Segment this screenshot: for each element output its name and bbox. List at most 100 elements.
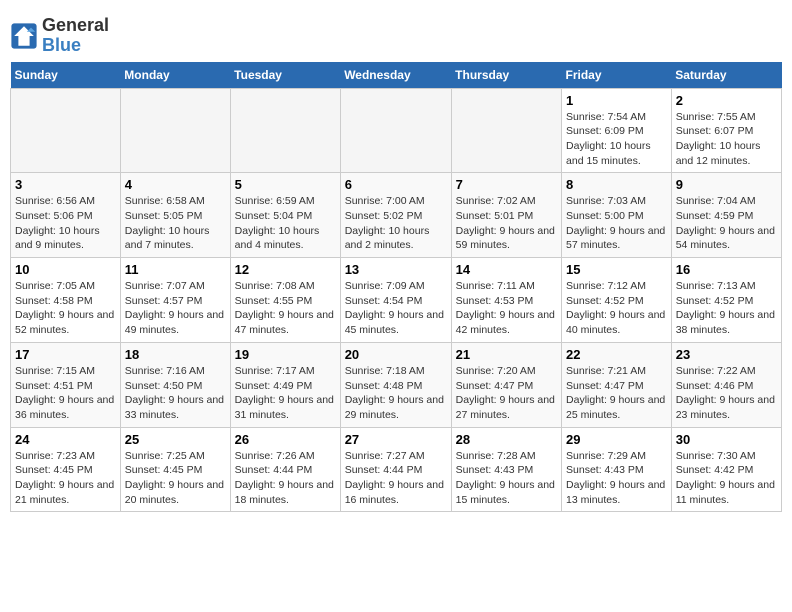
calendar-cell: 16Sunrise: 7:13 AM Sunset: 4:52 PM Dayli… — [671, 258, 781, 343]
column-header-tuesday: Tuesday — [230, 62, 340, 89]
calendar-cell: 19 Sunrise: 7:17 AM Sunset: 4:49 PM Dayli… — [230, 342, 340, 427]
day-info: Sunrise: 7:09 AM Sunset: 4:54 PM Dayligh… — [345, 279, 447, 338]
day-info: Sunrise: 7:16 AM Sunset: 4:50 PM Dayligh… — [125, 364, 226, 423]
day-number: 7 — [456, 177, 557, 192]
day-number: 20 — [345, 347, 447, 362]
calendar-cell: 10 Sunrise: 7:05 AM Sunset: 4:58 PM Dayli… — [11, 258, 121, 343]
day-info: Sunrise: 7:20 AM Sunset: 4:47 PM Dayligh… — [456, 364, 557, 423]
calendar-cell: 22Sunrise: 7:21 AM Sunset: 4:47 PM Dayli… — [562, 342, 672, 427]
day-number: 29 — [566, 432, 667, 447]
day-number: 21 — [456, 347, 557, 362]
day-number: 25 — [125, 432, 226, 447]
calendar-week-row: 17 Sunrise: 7:15 AM Sunset: 4:51 PM Dayli… — [11, 342, 782, 427]
day-number: 10 — [15, 262, 116, 277]
column-header-monday: Monday — [120, 62, 230, 89]
calendar-cell: 6Sunrise: 7:00 AM Sunset: 5:02 PM Daylig… — [340, 173, 451, 258]
day-number: 26 — [235, 432, 336, 447]
calendar-cell: 13 Sunrise: 7:09 AM Sunset: 4:54 PM Dayli… — [340, 258, 451, 343]
day-number: 11 — [125, 262, 226, 277]
calendar-cell: 28 Sunrise: 7:28 AM Sunset: 4:43 PM Dayli… — [451, 427, 561, 512]
calendar-week-row: 10 Sunrise: 7:05 AM Sunset: 4:58 PM Dayli… — [11, 258, 782, 343]
day-info: Sunrise: 7:23 AM Sunset: 4:45 PM Dayligh… — [15, 449, 116, 508]
day-info: Sunrise: 7:27 AM Sunset: 4:44 PM Dayligh… — [345, 449, 447, 508]
day-info: Sunrise: 7:03 AM Sunset: 5:00 PM Dayligh… — [566, 194, 667, 253]
calendar-cell — [120, 88, 230, 173]
day-number: 5 — [235, 177, 336, 192]
logo: General Blue — [10, 16, 109, 56]
day-info: Sunrise: 7:12 AM Sunset: 4:52 PM Dayligh… — [566, 279, 667, 338]
calendar-cell — [340, 88, 451, 173]
calendar-cell: 25 Sunrise: 7:25 AM Sunset: 4:45 PM Dayli… — [120, 427, 230, 512]
day-number: 24 — [15, 432, 116, 447]
day-number: 17 — [15, 347, 116, 362]
calendar-cell — [11, 88, 121, 173]
calendar-cell: 11 Sunrise: 7:07 AM Sunset: 4:57 PM Dayli… — [120, 258, 230, 343]
day-info: Sunrise: 7:05 AM Sunset: 4:58 PM Dayligh… — [15, 279, 116, 338]
day-info: Sunrise: 7:28 AM Sunset: 4:43 PM Dayligh… — [456, 449, 557, 508]
calendar-cell: 30 Sunrise: 7:30 AM Sunset: 4:42 PM Dayli… — [671, 427, 781, 512]
calendar-cell: 4 Sunrise: 6:58 AM Sunset: 5:05 PM Daylig… — [120, 173, 230, 258]
day-info: Sunrise: 7:26 AM Sunset: 4:44 PM Dayligh… — [235, 449, 336, 508]
day-number: 18 — [125, 347, 226, 362]
day-number: 30 — [676, 432, 777, 447]
page-header: General Blue — [10, 10, 782, 56]
column-header-sunday: Sunday — [11, 62, 121, 89]
day-number: 13 — [345, 262, 447, 277]
day-number: 15 — [566, 262, 667, 277]
calendar-cell: 14 Sunrise: 7:11 AM Sunset: 4:53 PM Dayli… — [451, 258, 561, 343]
column-header-friday: Friday — [562, 62, 672, 89]
day-info: Sunrise: 7:00 AM Sunset: 5:02 PM Dayligh… — [345, 194, 447, 253]
day-info: Sunrise: 7:04 AM Sunset: 4:59 PM Dayligh… — [676, 194, 777, 253]
day-number: 14 — [456, 262, 557, 277]
day-info: Sunrise: 6:58 AM Sunset: 5:05 PM Dayligh… — [125, 194, 226, 253]
calendar-cell: 29 Sunrise: 7:29 AM Sunset: 4:43 PM Dayli… — [562, 427, 672, 512]
column-header-wednesday: Wednesday — [340, 62, 451, 89]
day-info: Sunrise: 7:30 AM Sunset: 4:42 PM Dayligh… — [676, 449, 777, 508]
calendar-cell: 1 Sunrise: 7:54 AM Sunset: 6:09 PM Daylig… — [562, 88, 672, 173]
calendar-week-row: 3 Sunrise: 6:56 AM Sunset: 5:06 PM Daylig… — [11, 173, 782, 258]
day-number: 12 — [235, 262, 336, 277]
day-number: 3 — [15, 177, 116, 192]
day-number: 19 — [235, 347, 336, 362]
day-info: Sunrise: 7:15 AM Sunset: 4:51 PM Dayligh… — [15, 364, 116, 423]
day-info: Sunrise: 7:54 AM Sunset: 6:09 PM Dayligh… — [566, 110, 667, 169]
calendar-cell: 5Sunrise: 6:59 AM Sunset: 5:04 PM Daylig… — [230, 173, 340, 258]
calendar-cell: 21 Sunrise: 7:20 AM Sunset: 4:47 PM Dayli… — [451, 342, 561, 427]
calendar-cell: 2Sunrise: 7:55 AM Sunset: 6:07 PM Daylig… — [671, 88, 781, 173]
day-number: 8 — [566, 177, 667, 192]
day-info: Sunrise: 7:11 AM Sunset: 4:53 PM Dayligh… — [456, 279, 557, 338]
day-info: Sunrise: 7:18 AM Sunset: 4:48 PM Dayligh… — [345, 364, 447, 423]
day-info: Sunrise: 7:08 AM Sunset: 4:55 PM Dayligh… — [235, 279, 336, 338]
calendar-cell: 18 Sunrise: 7:16 AM Sunset: 4:50 PM Dayli… — [120, 342, 230, 427]
day-number: 4 — [125, 177, 226, 192]
day-info: Sunrise: 7:17 AM Sunset: 4:49 PM Dayligh… — [235, 364, 336, 423]
calendar-cell: 24 Sunrise: 7:23 AM Sunset: 4:45 PM Dayli… — [11, 427, 121, 512]
calendar-cell: 15 Sunrise: 7:12 AM Sunset: 4:52 PM Dayli… — [562, 258, 672, 343]
day-number: 1 — [566, 93, 667, 108]
calendar-table: SundayMondayTuesdayWednesdayThursdayFrid… — [10, 62, 782, 513]
day-info: Sunrise: 7:21 AM Sunset: 4:47 PM Dayligh… — [566, 364, 667, 423]
day-info: Sunrise: 7:07 AM Sunset: 4:57 PM Dayligh… — [125, 279, 226, 338]
calendar-cell — [451, 88, 561, 173]
calendar-week-row: 1 Sunrise: 7:54 AM Sunset: 6:09 PM Daylig… — [11, 88, 782, 173]
day-info: Sunrise: 7:13 AM Sunset: 4:52 PM Dayligh… — [676, 279, 777, 338]
day-info: Sunrise: 6:56 AM Sunset: 5:06 PM Dayligh… — [15, 194, 116, 253]
day-number: 23 — [676, 347, 777, 362]
day-info: Sunrise: 7:02 AM Sunset: 5:01 PM Dayligh… — [456, 194, 557, 253]
day-number: 27 — [345, 432, 447, 447]
day-info: Sunrise: 7:25 AM Sunset: 4:45 PM Dayligh… — [125, 449, 226, 508]
calendar-cell: 8 Sunrise: 7:03 AM Sunset: 5:00 PM Daylig… — [562, 173, 672, 258]
column-header-saturday: Saturday — [671, 62, 781, 89]
logo-text: General Blue — [42, 16, 109, 56]
calendar-cell: 20 Sunrise: 7:18 AM Sunset: 4:48 PM Dayli… — [340, 342, 451, 427]
calendar-header-row: SundayMondayTuesdayWednesdayThursdayFrid… — [11, 62, 782, 89]
calendar-cell: 26 Sunrise: 7:26 AM Sunset: 4:44 PM Dayli… — [230, 427, 340, 512]
day-info: Sunrise: 7:55 AM Sunset: 6:07 PM Dayligh… — [676, 110, 777, 169]
day-info: Sunrise: 7:29 AM Sunset: 4:43 PM Dayligh… — [566, 449, 667, 508]
calendar-cell — [230, 88, 340, 173]
column-header-thursday: Thursday — [451, 62, 561, 89]
day-number: 28 — [456, 432, 557, 447]
calendar-week-row: 24 Sunrise: 7:23 AM Sunset: 4:45 PM Dayli… — [11, 427, 782, 512]
calendar-cell: 12 Sunrise: 7:08 AM Sunset: 4:55 PM Dayli… — [230, 258, 340, 343]
calendar-cell: 7 Sunrise: 7:02 AM Sunset: 5:01 PM Daylig… — [451, 173, 561, 258]
